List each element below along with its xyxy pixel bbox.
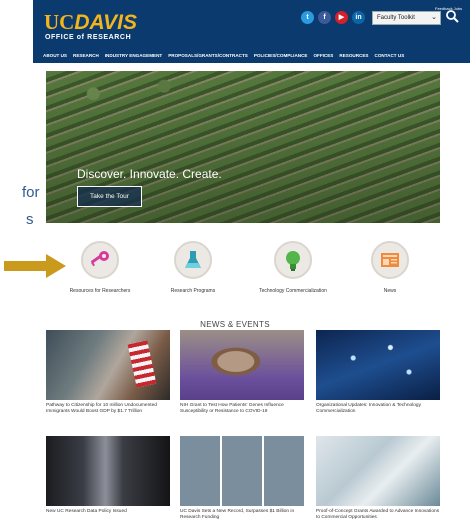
news-image[interactable]: [316, 330, 440, 400]
news-caption[interactable]: Organizational Updates: Innovation & Tec…: [316, 403, 440, 415]
news-caption[interactable]: Proof-of-Concept Grants Awarded to Advan…: [316, 509, 440, 521]
take-the-tour-button[interactable]: Take the Tour: [77, 186, 142, 207]
linkedin-icon[interactable]: in: [352, 11, 365, 24]
nav-item-research[interactable]: RESEARCH: [73, 53, 99, 58]
nav-item-about-us[interactable]: ABOUT US: [43, 53, 67, 58]
news-caption[interactable]: Pathway to Citizenship for 10 million Un…: [46, 403, 170, 415]
news-caption[interactable]: NIH Grant to Test How Patients' Genes In…: [180, 403, 304, 415]
tile-icon-circle: [274, 241, 312, 279]
news-image[interactable]: [180, 330, 304, 400]
nav-item-offices[interactable]: OFFICES: [313, 53, 333, 58]
page: for s UCDAVIS OFFICE of RESEARCH t f ▶ i…: [0, 0, 470, 524]
hero-banner: Discover. Innovate. Create. Take the Tou…: [46, 71, 440, 223]
news-item[interactable]: Proof-of-Concept Grants Awarded to Advan…: [316, 436, 440, 521]
site-logo[interactable]: UCDAVIS: [44, 10, 137, 35]
tile-label: Research Programs: [170, 288, 216, 294]
news-events-heading: NEWS & EVENTS: [200, 320, 270, 329]
twitter-icon[interactable]: t: [301, 11, 314, 24]
tile-technology-commercialization[interactable]: Technology Commercialization: [253, 241, 333, 294]
news-caption[interactable]: New UC Research Data Policy Issued: [46, 509, 170, 515]
chevron-down-icon: ⌄: [431, 14, 437, 21]
news-caption[interactable]: UC Davis Sets a New Record, Surpasses $1…: [180, 509, 304, 521]
news-item[interactable]: New UC Research Data Policy Issued: [46, 436, 170, 515]
newspaper-icon: [381, 253, 399, 267]
nav-item-policies[interactable]: POLICIES/COMPLIANCE: [254, 53, 308, 58]
nav-item-contact-us[interactable]: CONTACT US: [375, 53, 405, 58]
news-item[interactable]: Organizational Updates: Innovation & Tec…: [316, 330, 440, 415]
youtube-icon[interactable]: ▶: [335, 11, 348, 24]
news-item[interactable]: Pathway to Citizenship for 10 million Un…: [46, 330, 170, 415]
flask-icon: [185, 251, 201, 268]
logo-uc-text: UC: [44, 10, 75, 34]
annotation-text-line2: s: [26, 211, 34, 228]
nav-item-industry-engagement[interactable]: INDUSTRY ENGAGEMENT: [105, 53, 162, 58]
news-image[interactable]: [316, 436, 440, 506]
nav-item-resources[interactable]: RESOURCES: [339, 53, 368, 58]
main-nav: ABOUT US RESEARCH INDUSTRY ENGAGEMENT PR…: [33, 48, 470, 63]
social-links: t f ▶ in: [301, 11, 365, 24]
tile-resources-for-researchers[interactable]: Resources for Researchers: [60, 241, 140, 294]
logo-davis-text: DAVIS: [74, 11, 137, 34]
flag-image-detail: [127, 340, 157, 388]
news-item[interactable]: NIH Grant to Test How Patients' Genes In…: [180, 330, 304, 415]
news-image[interactable]: [180, 436, 304, 506]
tile-icon-circle: [371, 241, 409, 279]
lightbulb-icon: [286, 251, 300, 271]
news-image[interactable]: [46, 330, 170, 400]
logo-subtitle: OFFICE of RESEARCH: [45, 34, 132, 41]
tile-news[interactable]: News: [350, 241, 430, 294]
tile-label: Technology Commercialization: [259, 288, 327, 294]
nav-item-proposals[interactable]: PROPOSALS/GRANTS/CONTRACTS: [168, 53, 248, 58]
key-icon: [90, 251, 109, 267]
hero-title: Discover. Innovate. Create.: [77, 167, 222, 181]
annotation-text-line1: for: [22, 184, 40, 201]
news-image[interactable]: [46, 436, 170, 506]
tile-icon-circle: [174, 241, 212, 279]
faculty-toolkit-select[interactable]: Faculty Toolkit ⌄: [372, 11, 441, 25]
tile-label: Resources for Researchers: [69, 288, 131, 294]
annotation-arrow-icon: [4, 254, 66, 278]
toolkit-select-value: Faculty Toolkit: [377, 15, 415, 21]
search-icon[interactable]: [445, 9, 459, 23]
news-item[interactable]: UC Davis Sets a New Record, Surpasses $1…: [180, 436, 304, 521]
tile-label: News: [383, 288, 397, 294]
tile-research-programs[interactable]: Research Programs: [153, 241, 233, 294]
facebook-icon[interactable]: f: [318, 11, 331, 24]
tile-icon-circle: [81, 241, 119, 279]
